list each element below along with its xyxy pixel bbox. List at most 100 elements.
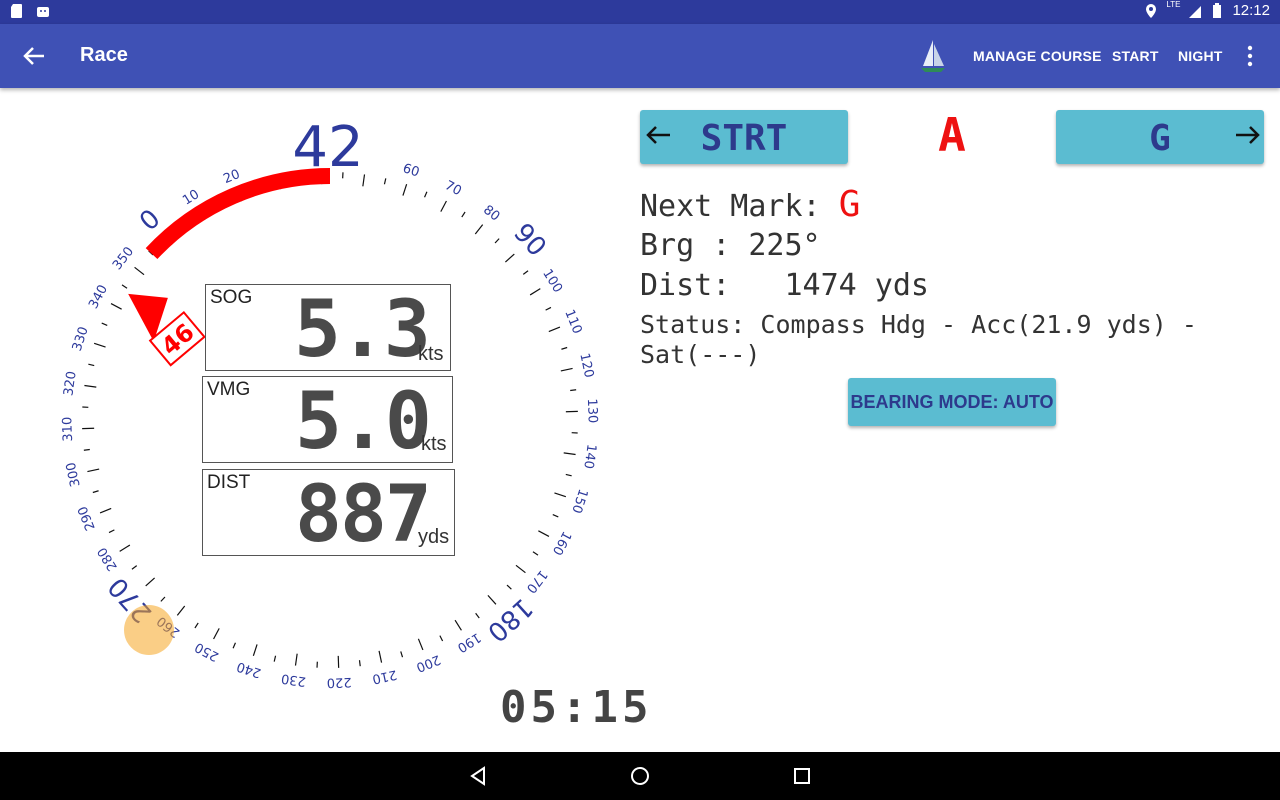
bearing-marker: 46 <box>128 293 206 367</box>
heading-arc <box>145 168 331 260</box>
compass-tick-label: 120 <box>576 352 596 379</box>
nav-back-icon[interactable] <box>466 764 490 788</box>
compass-tick <box>545 306 552 311</box>
compass-tick <box>506 584 512 590</box>
nav-recents-icon[interactable] <box>790 764 814 788</box>
compass-tick-label: 230 <box>280 670 307 688</box>
compass-tick <box>548 326 561 333</box>
compass-tick <box>504 253 515 263</box>
dist-value: 887 <box>295 470 432 560</box>
compass-tick <box>194 622 199 629</box>
compass-tick <box>232 642 236 649</box>
vmg-unit: kts <box>421 433 447 455</box>
compass-tick <box>110 303 122 310</box>
next-mark-value: G <box>838 184 861 225</box>
compass-tick-label: 160 <box>549 529 574 558</box>
compass-tick <box>494 238 500 244</box>
sog-label: SOG <box>210 287 253 308</box>
compass-tick <box>92 490 99 494</box>
compass-tick <box>439 635 444 642</box>
compass-tick <box>474 224 484 235</box>
prev-mark-button[interactable]: STRT <box>640 110 848 164</box>
status-text: Status: Compass Hdg - Acc(21.9 yds) - <box>640 310 1197 339</box>
compass-tick-label: 340 <box>86 283 111 312</box>
compass-cardinal-label: 0 <box>134 204 166 237</box>
compass-tick-label: 140 <box>580 443 598 470</box>
sog-value: 5.3 <box>294 285 431 375</box>
manage-course-button[interactable]: MANAGE COURSE <box>973 48 1102 64</box>
android-icon <box>37 7 49 17</box>
compass-tick-label: 60 <box>401 161 421 180</box>
back-arrow-icon[interactable] <box>18 40 50 72</box>
compass-tick <box>402 183 408 196</box>
nav-home-icon[interactable] <box>628 764 652 788</box>
compass-tick <box>417 638 424 651</box>
dist-panel: DIST 887 yds <box>202 469 455 560</box>
overflow-menu-icon[interactable] <box>1238 42 1262 70</box>
compass-tick-label: 200 <box>414 651 443 674</box>
compass-tick-label: 70 <box>442 178 464 199</box>
next-mark-row: Next Mark: G <box>640 184 860 225</box>
compass-tick-label: 110 <box>561 308 584 337</box>
compass-tick-label: 80 <box>480 203 502 225</box>
compass-tick <box>487 594 497 605</box>
arrow-right-icon <box>1236 126 1260 144</box>
compass-tick <box>515 564 526 574</box>
compass-tick <box>294 653 298 666</box>
network-type: LTE <box>1166 0 1181 9</box>
heading-readout: 42 <box>292 115 363 180</box>
compass-tick <box>273 655 277 662</box>
compass-tick <box>538 530 550 537</box>
status-text-cont: Sat(---) <box>640 340 761 369</box>
compass-tick <box>108 529 115 534</box>
compass-tick <box>83 448 90 451</box>
vmg-value: 5.0 <box>295 377 432 467</box>
compass-tick <box>99 507 112 514</box>
vmg-panel: VMG 5.0 kts <box>202 376 453 467</box>
compass-tick-label: 290 <box>75 504 98 533</box>
compass-tick-label: 240 <box>235 658 263 680</box>
sog-panel: SOG 5.3 kts <box>205 284 451 375</box>
compass-tick-label: 20 <box>221 167 242 187</box>
sd-card-icon <box>11 4 22 18</box>
page-title: Race <box>80 44 128 66</box>
compass-tick <box>383 178 387 185</box>
compass-tick <box>378 650 383 663</box>
dist-label: DIST <box>207 472 251 493</box>
compass-tick <box>88 363 95 367</box>
compass-tick <box>119 544 131 552</box>
compass-tick-label: 220 <box>326 674 351 690</box>
compass-tick <box>563 452 576 456</box>
compass-tick-label: 330 <box>70 325 92 353</box>
compass-tick <box>145 577 156 587</box>
compass-tick <box>134 266 145 276</box>
compass-tick <box>440 200 447 212</box>
status-bar: LTE 12:12 <box>0 0 1280 24</box>
compass-tick <box>424 191 428 198</box>
compass-tick <box>87 468 100 473</box>
compass-tick <box>454 619 462 631</box>
compass-tick <box>475 612 480 619</box>
compass-tick <box>570 389 577 392</box>
compass-tick <box>552 514 559 518</box>
next-mark-button[interactable]: G <box>1056 110 1264 164</box>
distance-text: Dist: 1474 yds <box>640 268 929 303</box>
sailboat-icon[interactable] <box>918 38 948 74</box>
compass-tick <box>529 288 541 296</box>
app-bar: Race MANAGE COURSE START NIGHT <box>0 24 1280 88</box>
touch-indicator <box>124 605 174 655</box>
compass-cardinal-label: 90 <box>507 218 551 263</box>
prev-mark-label: STRT <box>700 118 788 159</box>
compass-tick <box>252 644 258 657</box>
start-button[interactable]: START <box>1112 48 1159 64</box>
compass-tick-label: 210 <box>371 666 398 686</box>
compass-tick <box>131 565 138 570</box>
compass-tick <box>522 270 529 275</box>
compass-tick-label: 130 <box>584 398 600 423</box>
compass-tick <box>561 346 568 350</box>
compass-tick-label: 170 <box>523 567 550 596</box>
compass-tick <box>160 596 166 602</box>
night-button[interactable]: NIGHT <box>1178 48 1223 64</box>
bearing-mode-button[interactable]: BEARING MODE: AUTO <box>848 378 1056 426</box>
compass-cardinal-label: 180 <box>481 592 538 648</box>
